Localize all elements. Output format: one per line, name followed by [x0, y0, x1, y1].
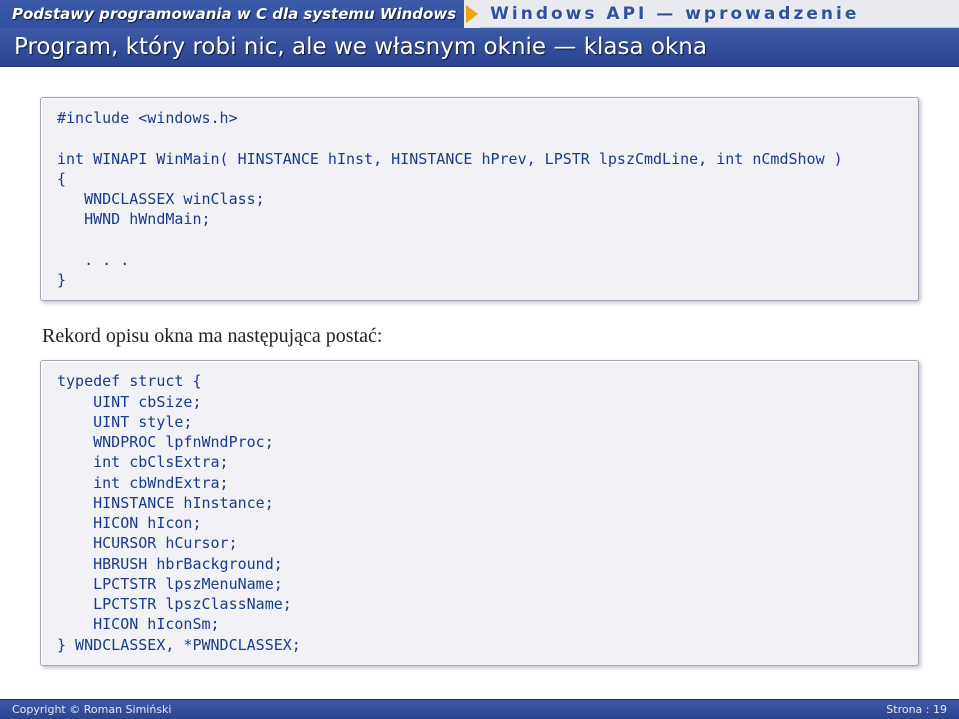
- footer-copyright: Copyright © Roman Simiński: [12, 703, 171, 716]
- section-heading: Rekord opisu okna ma następująca postać:: [42, 325, 919, 348]
- footer-page-number: Strona : 19: [886, 703, 947, 716]
- breadcrumb-left-cell: Podstawy programowania w C dla systemu W…: [0, 0, 464, 28]
- header-bar: Podstawy programowania w C dla systemu W…: [0, 0, 959, 28]
- breadcrumb-right-cell: Windows API — wprowadzenie: [480, 0, 959, 28]
- slide-content: #include <windows.h> int WINAPI WinMain(…: [0, 67, 959, 700]
- slide-title-text: Program, który robi nic, ale we własnym …: [14, 34, 707, 60]
- breadcrumb-topic: Windows API — wprowadzenie: [490, 4, 859, 24]
- slide-title: Program, który robi nic, ale we własnym …: [0, 28, 959, 67]
- breadcrumb-separator-icon: [466, 5, 478, 23]
- breadcrumb-course: Podstawy programowania w C dla systemu W…: [12, 5, 456, 23]
- code-block-winmain: #include <windows.h> int WINAPI WinMain(…: [40, 97, 919, 301]
- footer-bar: Copyright © Roman Simiński Strona : 19: [0, 699, 959, 719]
- code-block-wndclassex: typedef struct { UINT cbSize; UINT style…: [40, 360, 919, 666]
